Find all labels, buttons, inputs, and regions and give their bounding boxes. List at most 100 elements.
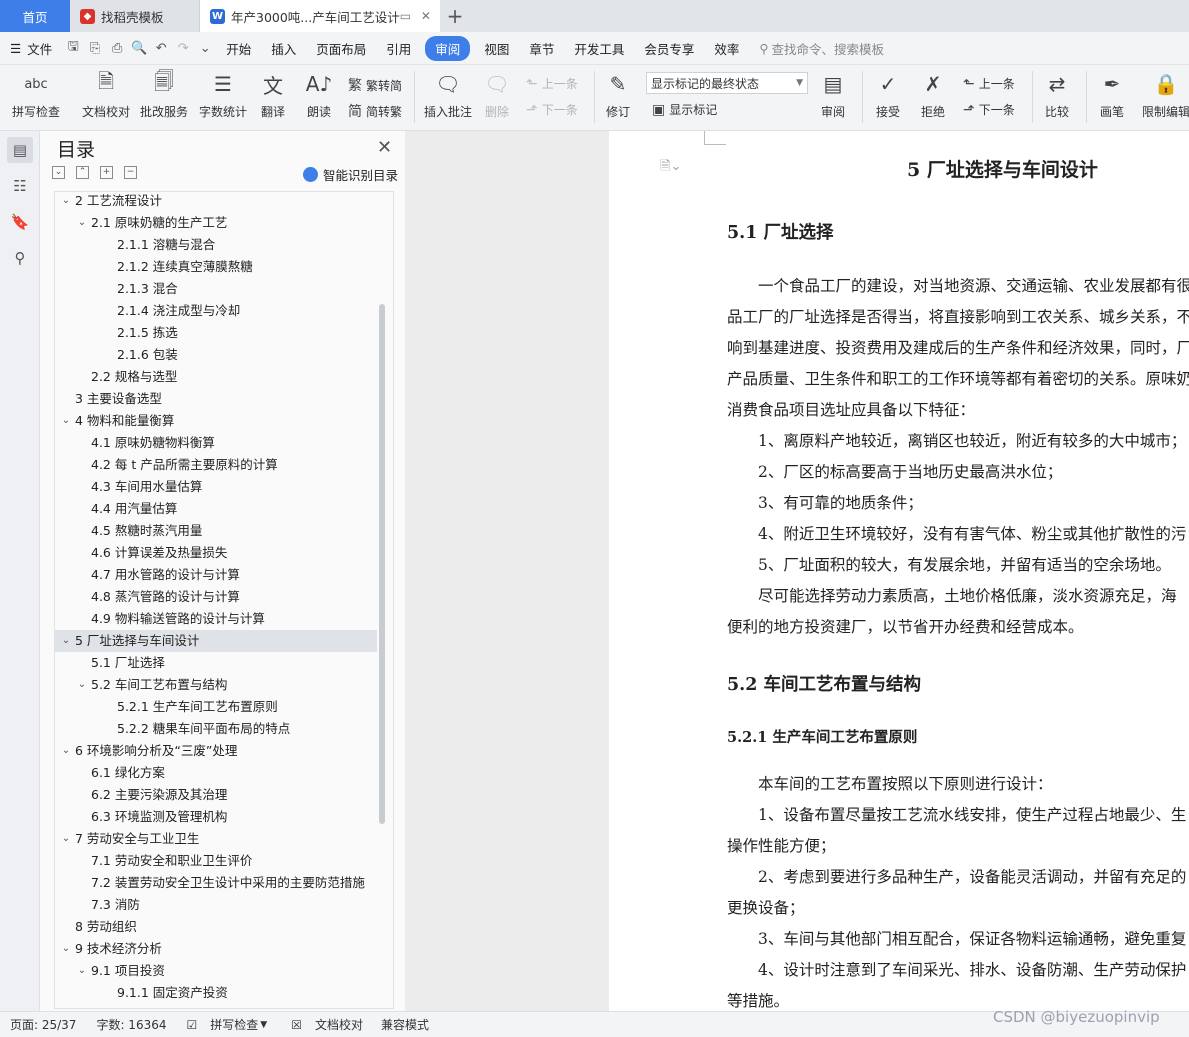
next-change-button[interactable]: ⬏ 下一条 (963, 101, 1015, 118)
toc-item[interactable]: 4.5 熬糖时蒸汽用量 (55, 520, 377, 542)
toc-item[interactable]: 7.2 装置劳动安全卫生设计中采用的主要防范措施 (55, 872, 377, 894)
toc-item[interactable]: ⌄ 2.1 原味奶糖的生产工艺 (55, 212, 377, 234)
more-icon[interactable]: ⌄ (194, 37, 216, 59)
read-aloud-button[interactable]: A♪ 朗读 (304, 69, 334, 120)
page-indicator[interactable]: 页面: 25/37 (10, 1016, 76, 1033)
toc-item[interactable]: 8 劳动组织 (55, 916, 377, 938)
tab-document[interactable]: W 年产3000吨...产车间工艺设计 ▭ ✕ (200, 0, 440, 32)
to-simplified-button[interactable]: 简简转繁 (348, 101, 402, 121)
toc-item[interactable]: 3 主要设备选型 (55, 388, 377, 410)
toc-item[interactable]: 2.1.1 溶糖与混合 (55, 234, 377, 256)
add-heading-icon[interactable]: + (100, 166, 113, 179)
translate-button[interactable]: 文翻译 (258, 69, 288, 120)
search-panel-icon[interactable]: ⚲ (7, 245, 33, 271)
close-tab-icon[interactable]: ✕ (421, 9, 431, 23)
chevron-down-icon[interactable]: ⌄ (59, 192, 73, 212)
tab-home[interactable]: 首页 (0, 0, 70, 32)
toc-item[interactable]: 4.6 计算误差及热量损失 (55, 542, 377, 564)
menu-start[interactable]: 开始 (216, 39, 261, 58)
toc-item[interactable]: 4.2 每 t 产品所需主要原料的计算 (55, 454, 377, 476)
markup-state-select[interactable]: 显示标记的最终状态 ▼ (646, 72, 808, 94)
toc-item[interactable]: 4.4 用汽量估算 (55, 498, 377, 520)
toc-item[interactable]: 7.1 劳动安全和职业卫生评价 (55, 850, 377, 872)
menu-efficiency[interactable]: 效率 (704, 39, 749, 58)
save-icon[interactable]: 🖫 (62, 37, 84, 59)
page-menu-icon[interactable]: 🗎⌄ (660, 157, 681, 179)
insert-comment-button[interactable]: 🗨 插入批注 (424, 69, 472, 120)
to-traditional-button[interactable]: 繁繁转简 (348, 75, 402, 95)
chevron-down-icon[interactable]: ⌄ (59, 828, 73, 850)
reject-button[interactable]: ✗ 拒绝 (918, 69, 948, 120)
doc-proof-status[interactable]: ☒ 文档校对 (281, 1016, 363, 1033)
menu-reference[interactable]: 引用 (376, 39, 421, 58)
menu-chapter[interactable]: 章节 (519, 39, 564, 58)
prev-comment-button[interactable]: ⬑ 上一条 (526, 75, 578, 92)
pen-button[interactable]: ✒ 画笔 (1097, 69, 1127, 120)
toc-item[interactable]: 5.1 厂址选择 (55, 652, 377, 674)
menu-member[interactable]: 会员专享 (634, 39, 704, 58)
compare-button[interactable]: ⇄ 比较 (1042, 69, 1072, 120)
word-count[interactable]: 字数: 16364 (96, 1016, 166, 1033)
toc-item[interactable]: 5.2.1 生产车间工艺布置原则 (55, 696, 377, 718)
toc-item[interactable]: 6.3 环境监测及管理机构 (55, 806, 377, 828)
undo-icon[interactable]: ↶ (150, 37, 172, 59)
toc-item[interactable]: 4.1 原味奶糖物料衡算 (55, 432, 377, 454)
redo-icon[interactable]: ↷ (172, 37, 194, 59)
word-count-button[interactable]: ☰ 字数统计 (199, 69, 247, 120)
file-menu[interactable]: ☰ 文件 (0, 39, 62, 58)
toc-item[interactable]: ⌄ 4 物料和能量衡算 (55, 410, 377, 432)
spell-check-button[interactable]: abc 拼写检查 (12, 69, 60, 120)
toc-item[interactable]: 2.1.3 混合 (55, 278, 377, 300)
next-comment-button[interactable]: ⬏ 下一条 (526, 101, 578, 118)
toc-item[interactable]: 2.1.6 包装 (55, 344, 377, 366)
toc-item[interactable]: 4.8 蒸汽管路的设计与计算 (55, 586, 377, 608)
track-changes-button[interactable]: ✎ 修订 (603, 69, 633, 120)
menu-review[interactable]: 审阅 (425, 35, 471, 61)
accept-button[interactable]: ✓ 接受 (873, 69, 903, 120)
toc-item[interactable]: ⌄ 6 环境影响分析及“三废”处理 (55, 740, 377, 762)
toc-item[interactable]: 2.1.4 浇注成型与冷却 (55, 300, 377, 322)
new-tab-button[interactable]: + (440, 0, 470, 32)
outline-icon[interactable]: ☷ (7, 173, 33, 199)
show-markup-button[interactable]: ▣ 显示标记 (652, 101, 717, 118)
menu-view[interactable]: 视图 (474, 39, 519, 58)
document-page[interactable]: 🗎⌄ 5 厂址选择与车间设计 5.1 厂址选择 一个食品工厂的建设，对当地资源、… (609, 131, 1189, 1011)
prev-change-button[interactable]: ⬑ 上一条 (963, 75, 1015, 92)
chevron-down-icon[interactable]: ⌄ (59, 938, 73, 960)
chevron-down-icon[interactable]: ⌄ (59, 410, 73, 432)
toc-item[interactable]: 6.1 绿化方案 (55, 762, 377, 784)
chevron-down-icon[interactable]: ⌄ (59, 740, 73, 762)
menu-devtools[interactable]: 开发工具 (564, 39, 634, 58)
spell-check-status[interactable]: ☑ 拼写检查 ▼ (177, 1016, 268, 1033)
chevron-down-icon[interactable]: ⌄ (75, 674, 89, 696)
toc-item[interactable]: ⌄ 7 劳动安全与工业卫生 (55, 828, 377, 850)
toc-item[interactable]: 5.2.2 糖果车间平面布局的特点 (55, 718, 377, 740)
chevron-down-icon[interactable]: ⌄ (59, 630, 73, 652)
close-icon[interactable]: ✕ (377, 137, 392, 158)
remove-heading-icon[interactable]: − (124, 166, 137, 179)
toc-item[interactable]: ⌄ 5 厂址选择与车间设计 (55, 630, 377, 652)
tab-template[interactable]: ◆ 找稻壳模板 (70, 0, 200, 32)
preview-icon[interactable]: 🔍 (128, 37, 150, 59)
print-icon[interactable]: ⎙ (106, 37, 128, 59)
smart-toc-button[interactable]: 智能识别目录 (303, 165, 398, 184)
window-icon[interactable]: ▭ (400, 9, 411, 23)
expand-all-icon[interactable]: ⌃ (76, 166, 89, 179)
toc-item[interactable]: ⌄ 9.1 项目投资 (55, 960, 377, 982)
toc-item[interactable]: ⌄ 2 工艺流程设计 (55, 192, 377, 212)
collapse-all-icon[interactable]: ⌄ (52, 166, 65, 179)
chevron-down-icon[interactable]: ⌄ (75, 212, 89, 234)
toc-item[interactable]: 4.3 车间用水量估算 (55, 476, 377, 498)
toc-panel-icon[interactable]: ▤ (7, 137, 33, 163)
toc-item[interactable]: ⌄ 5.2 车间工艺布置与结构 (55, 674, 377, 696)
restrict-edit-button[interactable]: 🔒 限制编辑 (1142, 69, 1189, 120)
toc-item[interactable]: 6.2 主要污染源及其治理 (55, 784, 377, 806)
toc-item[interactable]: 9.1.1 固定资产投资 (55, 982, 377, 1004)
toc-item[interactable]: ⌄ 9 技术经济分析 (55, 938, 377, 960)
menu-insert[interactable]: 插入 (261, 39, 306, 58)
delete-comment-button[interactable]: 🗨 删除 (482, 69, 512, 120)
chevron-down-icon[interactable]: ⌄ (75, 960, 89, 982)
toc-item[interactable]: 2.1.5 拣选 (55, 322, 377, 344)
menu-layout[interactable]: 页面布局 (306, 39, 376, 58)
toc-item[interactable]: 2.1.2 连续真空薄膜熬糖 (55, 256, 377, 278)
